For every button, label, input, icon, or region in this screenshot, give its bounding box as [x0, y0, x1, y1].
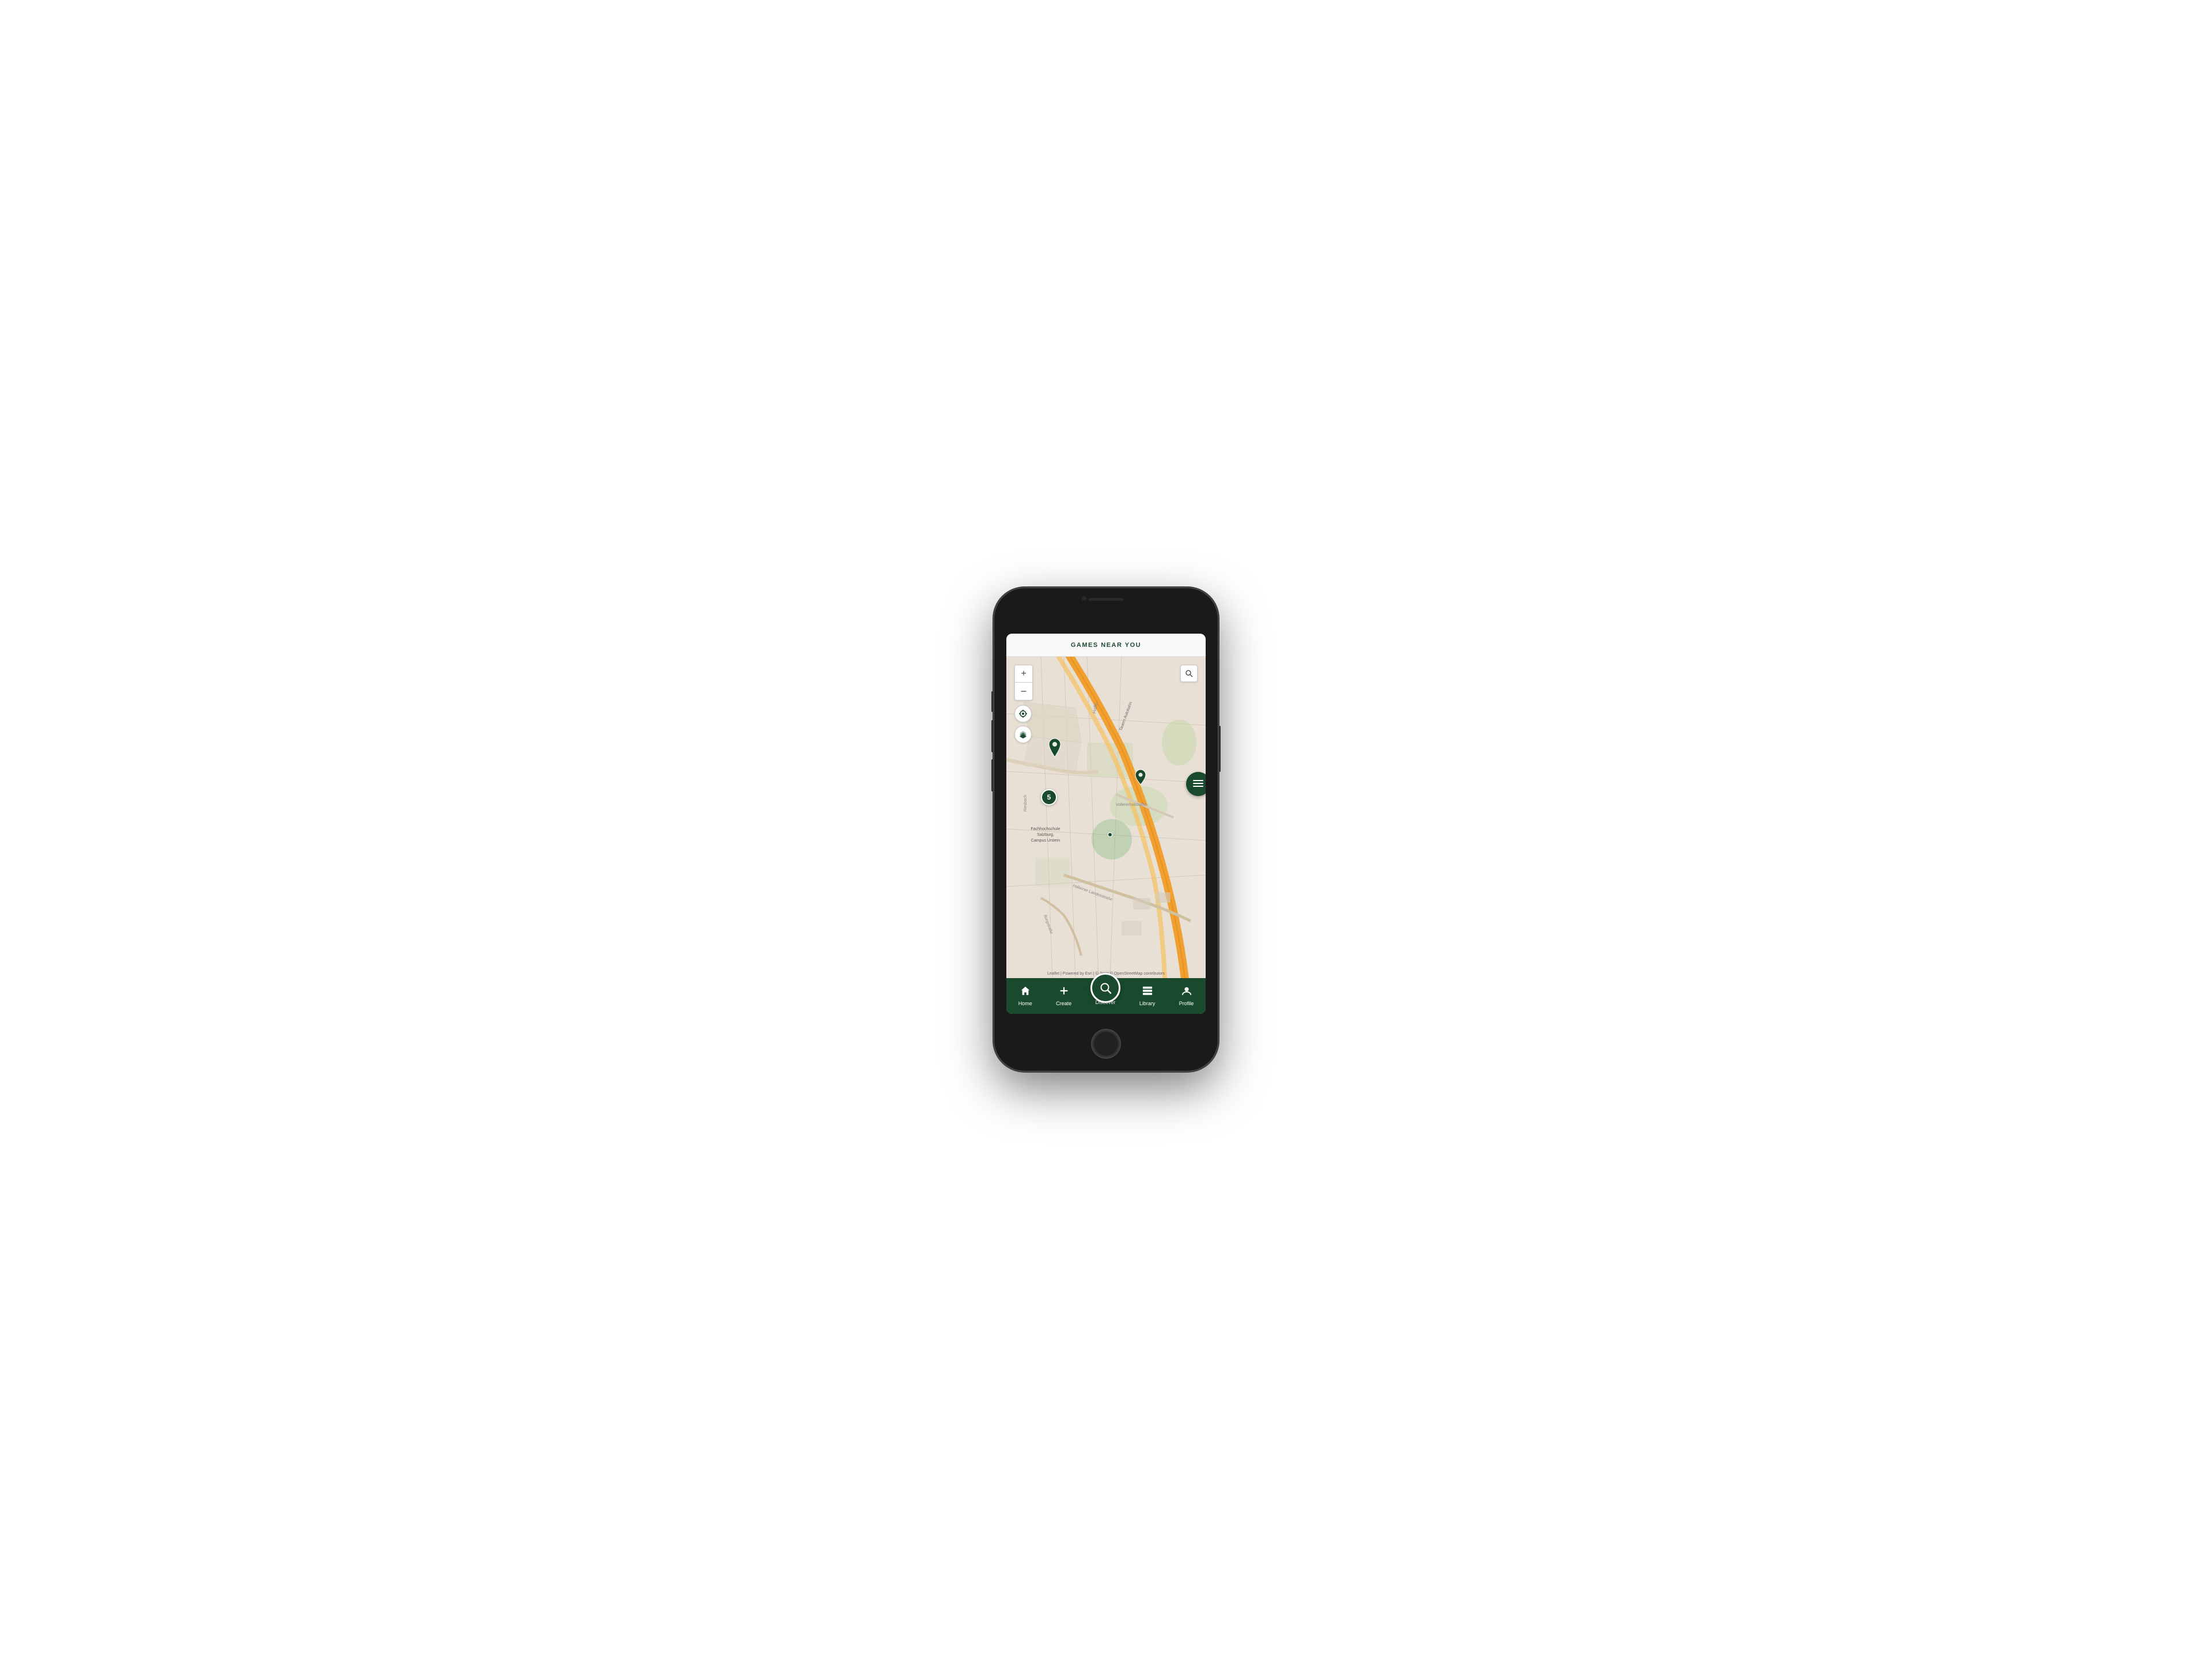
home-label: Home — [1018, 1001, 1032, 1006]
phone-wrapper: GAMES NEAR YOU — [985, 582, 1227, 1077]
map-area[interactable]: Halle... Tauern Autobahn Riesbach Voller… — [1006, 657, 1206, 978]
home-button[interactable] — [1091, 1029, 1121, 1059]
speaker — [1089, 598, 1123, 601]
svg-text:Fachhochschule: Fachhochschule — [1031, 827, 1060, 831]
svg-text:Riesbach: Riesbach — [1024, 795, 1028, 812]
mute-button[interactable] — [991, 691, 994, 712]
svg-text:Campus Urstein: Campus Urstein — [1031, 839, 1060, 843]
volume-down-button[interactable] — [991, 759, 994, 791]
library-label: Library — [1139, 1001, 1156, 1006]
volume-up-button[interactable] — [991, 720, 994, 752]
nav-item-discover[interactable]: Discover — [1090, 984, 1120, 1007]
map-marker-2[interactable] — [1134, 769, 1147, 788]
svg-text:Vollererholstraße: Vollererholstraße — [1116, 803, 1146, 807]
app-header: GAMES NEAR YOU — [1006, 634, 1206, 657]
map-list-button[interactable] — [1186, 772, 1206, 796]
bottom-nav: Home Create — [1006, 978, 1206, 1014]
front-camera — [1082, 596, 1086, 601]
svg-text:Salzburg,: Salzburg, — [1037, 833, 1054, 837]
create-label: Create — [1056, 1001, 1071, 1006]
phone-screen: GAMES NEAR YOU — [1006, 634, 1206, 1014]
map-controls: + − — [1014, 665, 1033, 743]
map-cluster-marker[interactable]: 5 — [1041, 789, 1057, 805]
park-area — [1092, 819, 1132, 859]
power-button[interactable] — [1218, 726, 1221, 772]
location-dot — [1108, 832, 1112, 837]
map-marker-1[interactable] — [1047, 737, 1063, 761]
zoom-out-button[interactable]: − — [1015, 683, 1032, 700]
discover-fab[interactable] — [1090, 973, 1120, 1003]
cluster-count: 5 — [1041, 789, 1057, 805]
nav-item-profile[interactable]: Profile — [1175, 983, 1199, 1009]
zoom-controls: + − — [1014, 665, 1033, 700]
zoom-in-button[interactable]: + — [1015, 665, 1032, 683]
map-search-button[interactable] — [1180, 665, 1198, 682]
nav-item-home[interactable]: Home — [1014, 983, 1037, 1009]
library-icon — [1142, 986, 1153, 999]
home-icon — [1020, 986, 1031, 999]
profile-icon — [1181, 986, 1192, 999]
nav-item-library[interactable]: Library — [1135, 983, 1160, 1009]
page-title: GAMES NEAR YOU — [1071, 642, 1141, 649]
nav-item-create[interactable]: Create — [1051, 983, 1076, 1009]
create-icon — [1059, 986, 1069, 999]
locate-button[interactable] — [1014, 705, 1032, 722]
map-background: Halle... Tauern Autobahn Riesbach Voller… — [1006, 657, 1206, 978]
profile-label: Profile — [1179, 1001, 1194, 1006]
layers-button[interactable] — [1014, 726, 1032, 743]
phone-body: GAMES NEAR YOU — [994, 588, 1218, 1071]
